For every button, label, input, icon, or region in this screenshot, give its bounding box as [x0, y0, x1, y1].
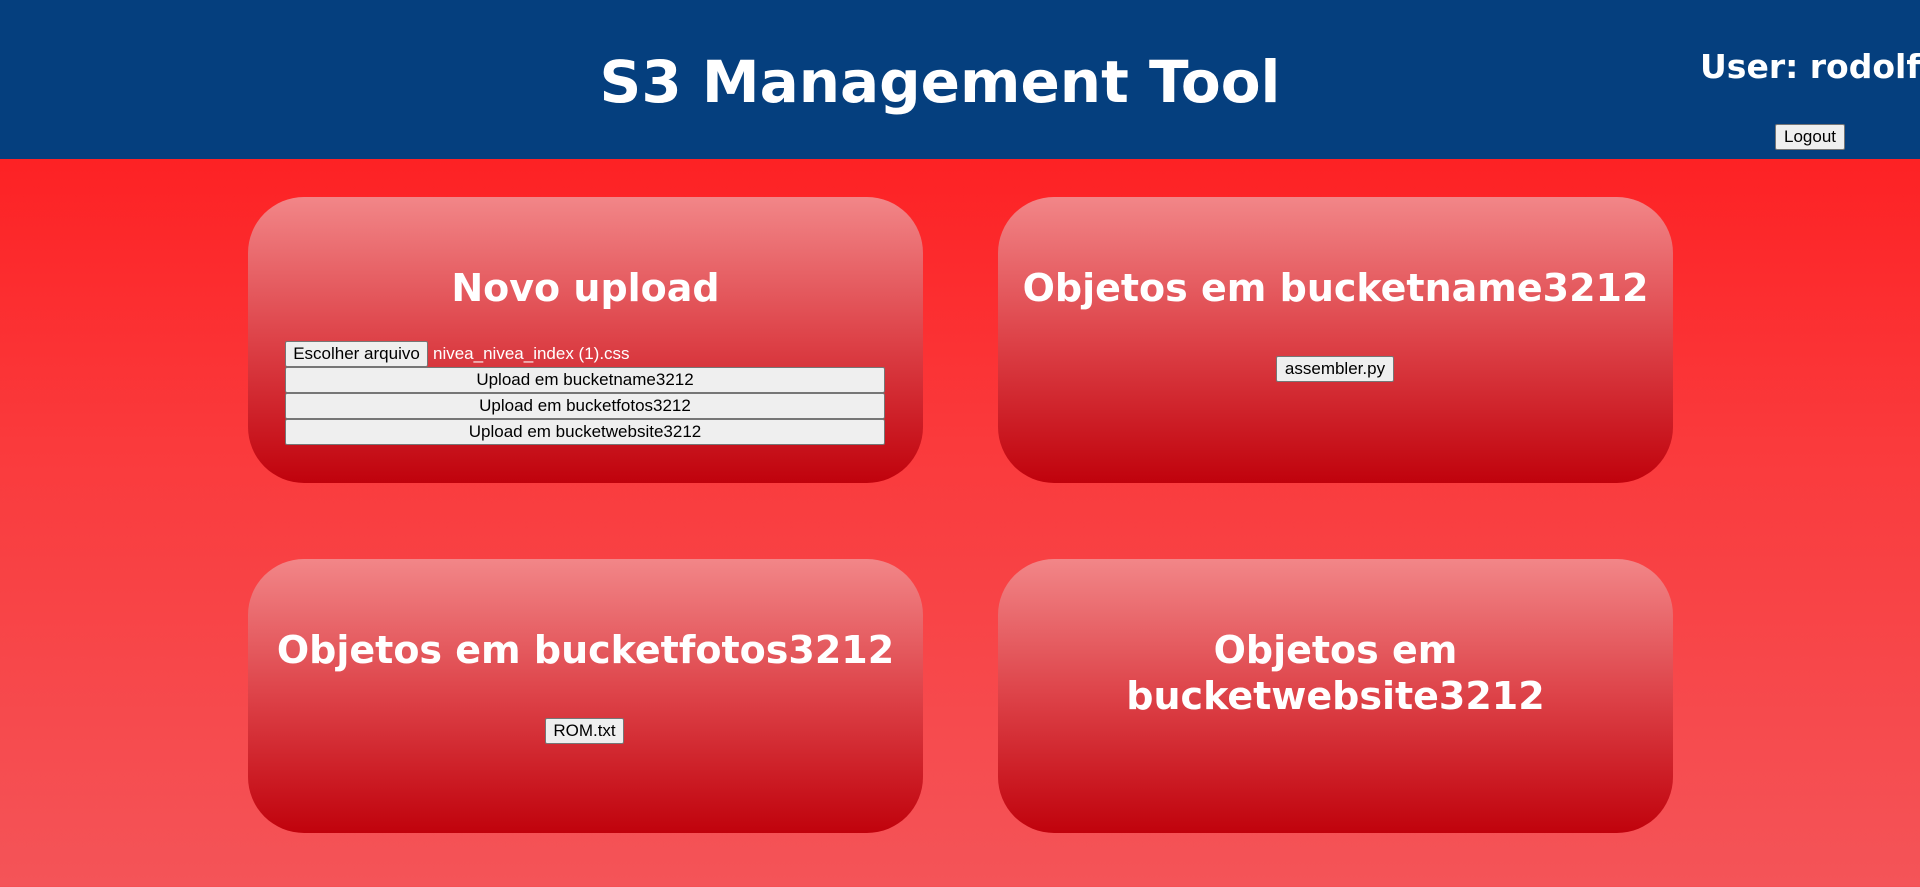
bucket-card-bucketname: Objetos em bucketname3212 assembler.py: [998, 197, 1673, 483]
upload-bucketname-button[interactable]: Upload em bucketname3212: [285, 367, 885, 393]
bucket-card-bucketfotos: Objetos em bucketfotos3212 ROM.txt: [248, 559, 923, 833]
logout-button[interactable]: Logout: [1775, 124, 1845, 150]
page-title: S3 Management Tool: [599, 48, 1281, 116]
bucket-card-title: Objetos em bucketfotos3212: [276, 628, 895, 672]
file-input[interactable]: Escolher arquivo nivea_nivea_index (1).c…: [285, 341, 630, 367]
upload-bucketwebsite-button[interactable]: Upload em bucketwebsite3212: [285, 419, 885, 445]
upload-card-title: Novo upload: [451, 266, 720, 310]
upload-card: Novo upload Escolher arquivo nivea_nivea…: [248, 197, 923, 483]
bucket-card-title: Objetos em bucketname3212: [1022, 266, 1649, 310]
object-button-assembler[interactable]: assembler.py: [1276, 356, 1394, 382]
bucket-card-bucketwebsite: Objetos em bucketwebsite3212: [998, 559, 1673, 833]
header: S3 Management Tool User: rodolfo Logout: [0, 0, 1920, 159]
object-button-rom[interactable]: ROM.txt: [545, 718, 624, 744]
bucket-card-title: Objetos em bucketwebsite3212: [1126, 628, 1545, 718]
upload-bucketfotos-button[interactable]: Upload em bucketfotos3212: [285, 393, 885, 419]
user-label: User: rodolfo: [1700, 47, 1920, 86]
choose-file-button[interactable]: Escolher arquivo: [285, 341, 428, 367]
selected-file-name: nivea_nivea_index (1).css: [433, 344, 630, 363]
